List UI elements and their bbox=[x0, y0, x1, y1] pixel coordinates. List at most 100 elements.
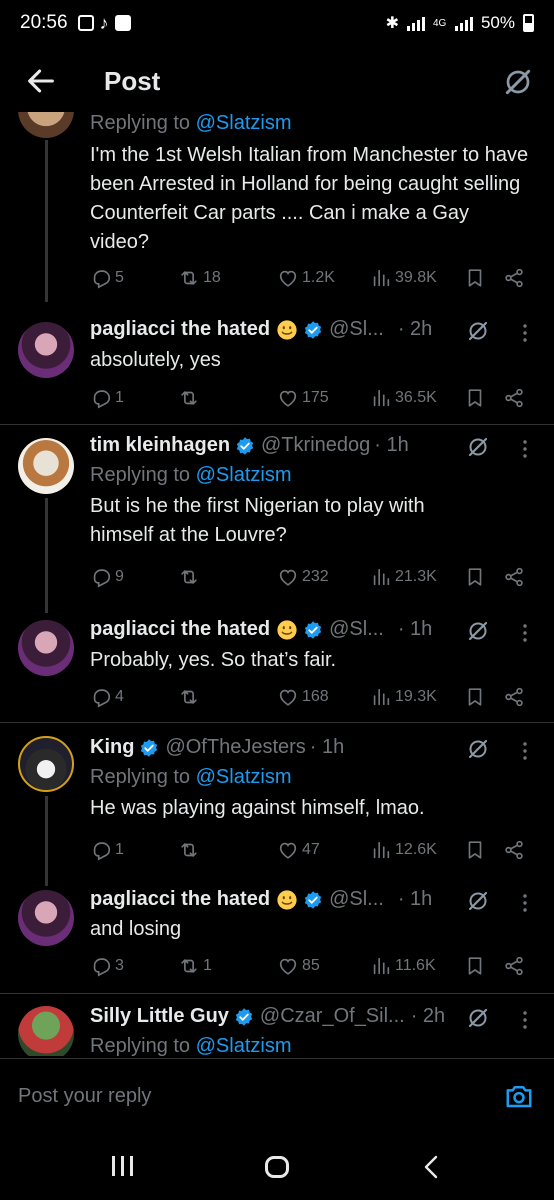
handle[interactable]: @Sl... bbox=[329, 888, 384, 911]
home-button[interactable] bbox=[265, 1156, 289, 1178]
mention-link[interactable]: @Slatzism bbox=[196, 112, 292, 134]
bookmark-button[interactable] bbox=[464, 566, 489, 588]
tweet-text: Probably, yes. So that’s fair. bbox=[90, 649, 337, 671]
handle[interactable]: @Sl... bbox=[329, 618, 384, 641]
tweet-text: But is he the first Nigerian to play wit… bbox=[90, 495, 425, 546]
reply-thread: Replying to @Slatzism I'm the 1st Welsh … bbox=[0, 112, 554, 1056]
more-options-icon[interactable] bbox=[513, 437, 537, 461]
battery-icon bbox=[523, 14, 534, 32]
like-button[interactable]: 168 bbox=[277, 686, 329, 708]
thread-line bbox=[45, 498, 48, 613]
display-name[interactable]: pagliacci the hated bbox=[90, 618, 270, 641]
handle[interactable]: @Tkrinedog bbox=[261, 434, 370, 457]
bookmark-button[interactable] bbox=[464, 387, 489, 409]
avatar[interactable] bbox=[18, 112, 74, 138]
like-button[interactable]: 1.2K bbox=[277, 267, 335, 289]
like-button[interactable]: 175 bbox=[277, 387, 329, 409]
avatar[interactable] bbox=[18, 736, 74, 792]
reply-button[interactable]: 1 bbox=[90, 387, 124, 409]
share-button[interactable] bbox=[503, 566, 528, 588]
views-button[interactable]: 11.6K bbox=[370, 955, 436, 977]
grok-icon[interactable] bbox=[466, 319, 490, 343]
thread-line bbox=[45, 140, 48, 302]
like-button[interactable]: 47 bbox=[277, 839, 320, 861]
display-name[interactable]: King bbox=[90, 736, 134, 759]
mention-link[interactable]: @Slatzism bbox=[196, 766, 292, 788]
share-button[interactable] bbox=[503, 267, 528, 289]
reply-input-placeholder[interactable]: Post your reply bbox=[18, 1085, 151, 1108]
top-bar: Post bbox=[0, 52, 554, 112]
reply-icon bbox=[90, 686, 112, 708]
display-name[interactable]: pagliacci the hated bbox=[90, 318, 270, 341]
more-options-icon[interactable] bbox=[513, 739, 537, 763]
tweet[interactable]: pagliacci the hated @Sl... · 2h absolute… bbox=[0, 304, 554, 414]
repost-button[interactable] bbox=[178, 387, 203, 409]
repost-button[interactable] bbox=[178, 566, 203, 588]
more-options-icon[interactable] bbox=[513, 891, 537, 915]
grok-icon[interactable] bbox=[466, 737, 490, 761]
avatar[interactable] bbox=[18, 1006, 74, 1056]
grok-icon[interactable] bbox=[502, 66, 534, 98]
repost-icon bbox=[178, 566, 200, 588]
display-name[interactable]: pagliacci the hated bbox=[90, 888, 270, 911]
grok-icon[interactable] bbox=[466, 619, 490, 643]
display-name[interactable]: Silly Little Guy bbox=[90, 1005, 229, 1028]
repost-button[interactable] bbox=[178, 686, 203, 708]
handle[interactable]: @Sl... bbox=[329, 318, 384, 341]
avatar[interactable] bbox=[18, 620, 74, 676]
views-button[interactable]: 12.6K bbox=[370, 839, 437, 861]
grok-icon[interactable] bbox=[466, 435, 490, 459]
bookmark-icon bbox=[464, 955, 486, 977]
bookmark-button[interactable] bbox=[464, 686, 489, 708]
avatar[interactable] bbox=[18, 438, 74, 494]
mention-link[interactable]: @Slatzism bbox=[196, 1035, 292, 1056]
grok-icon[interactable] bbox=[466, 1006, 490, 1030]
bookmark-button[interactable] bbox=[464, 267, 489, 289]
tweet[interactable]: tim kleinhagen @Tkrinedog · 1h Replying … bbox=[0, 425, 554, 613]
views-button[interactable]: 36.5K bbox=[370, 387, 437, 409]
repost-button[interactable]: 18 bbox=[178, 267, 221, 289]
repost-icon bbox=[178, 839, 200, 861]
share-button[interactable] bbox=[503, 686, 528, 708]
recent-apps-button[interactable] bbox=[112, 1156, 133, 1176]
share-button[interactable] bbox=[503, 955, 528, 977]
back-arrow-icon[interactable] bbox=[24, 64, 58, 98]
reply-button[interactable]: 3 bbox=[90, 955, 124, 977]
avatar[interactable] bbox=[18, 322, 74, 378]
bookmark-button[interactable] bbox=[464, 955, 489, 977]
reply-button[interactable]: 9 bbox=[90, 566, 124, 588]
timestamp: · 1h bbox=[374, 434, 409, 456]
avatar[interactable] bbox=[18, 890, 74, 946]
display-name[interactable]: tim kleinhagen bbox=[90, 434, 230, 457]
like-button[interactable]: 85 bbox=[277, 955, 320, 977]
repost-button[interactable]: 1 bbox=[178, 955, 212, 977]
more-options-icon[interactable] bbox=[513, 621, 537, 645]
tweet[interactable]: Silly Little Guy @Czar_Of_Sil... · 2h Re… bbox=[0, 994, 554, 1056]
tweet[interactable]: Replying to @Slatzism I'm the 1st Welsh … bbox=[0, 112, 554, 302]
reply-button[interactable]: 1 bbox=[90, 839, 124, 861]
share-button[interactable] bbox=[503, 387, 528, 409]
share-button[interactable] bbox=[503, 839, 528, 861]
reply-composer[interactable]: Post your reply bbox=[0, 1058, 554, 1132]
handle[interactable]: @OfTheJesters bbox=[165, 736, 305, 759]
tweet[interactable]: King @OfTheJesters · 1h Replying to @Sla… bbox=[0, 723, 554, 886]
like-button[interactable]: 232 bbox=[277, 566, 329, 588]
tweet[interactable]: pagliacci the hated @Sl... · 1h and losi… bbox=[0, 874, 554, 984]
reply-button[interactable]: 4 bbox=[90, 686, 124, 708]
grok-icon[interactable] bbox=[466, 889, 490, 913]
more-options-icon[interactable] bbox=[513, 1008, 537, 1032]
handle[interactable]: @Czar_Of_Sil... bbox=[260, 1005, 405, 1028]
bookmark-button[interactable] bbox=[464, 839, 489, 861]
tweet[interactable]: pagliacci the hated @Sl... · 1h Probably… bbox=[0, 604, 554, 714]
back-nav-icon[interactable] bbox=[420, 1154, 444, 1180]
repost-button[interactable] bbox=[178, 839, 203, 861]
mention-link[interactable]: @Slatzism bbox=[196, 464, 292, 486]
page-title: Post bbox=[104, 66, 161, 96]
more-options-icon[interactable] bbox=[513, 321, 537, 345]
views-button[interactable]: 19.3K bbox=[370, 686, 437, 708]
reply-button[interactable]: 5 bbox=[90, 267, 124, 289]
share-icon bbox=[503, 839, 525, 861]
views-button[interactable]: 39.8K bbox=[370, 267, 437, 289]
camera-icon[interactable] bbox=[504, 1081, 534, 1111]
views-button[interactable]: 21.3K bbox=[370, 566, 437, 588]
